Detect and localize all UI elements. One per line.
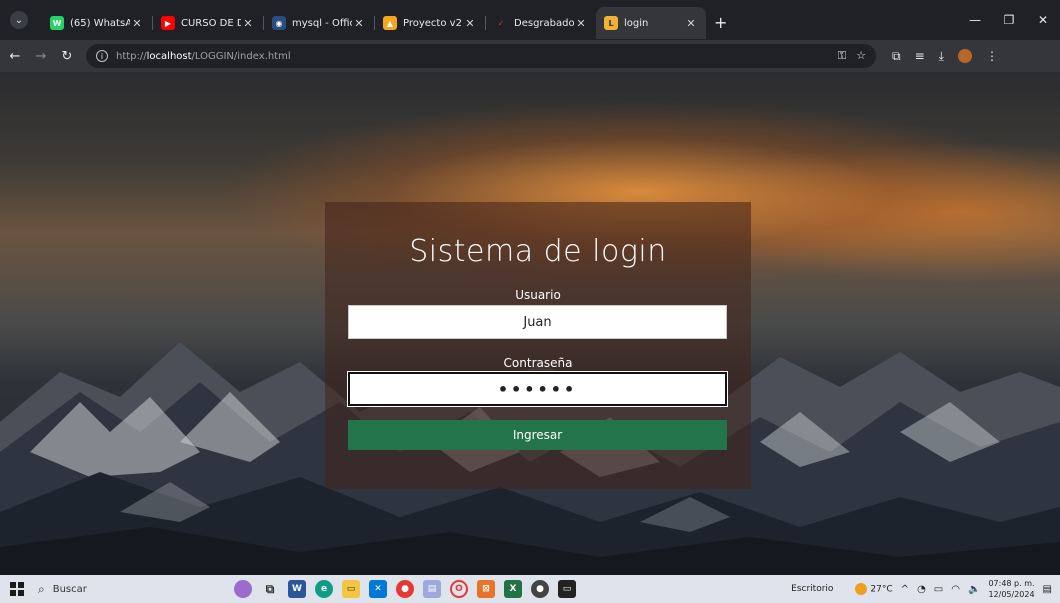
network-icon[interactable]: ◔ [917, 584, 926, 595]
tab-search-icon[interactable]: ⌄ [10, 11, 28, 29]
chevron-up-icon[interactable]: ^ [901, 584, 909, 595]
notepad-icon[interactable]: ▤ [423, 580, 441, 598]
windows-taskbar: ⌕ Buscar ⧉ W e ▭ ✕ ● ▤ O ⊠ X ● ▭ Escrito… [0, 575, 1060, 603]
login-submit-button[interactable]: Ingresar [348, 420, 727, 450]
word-icon[interactable]: W [288, 580, 306, 598]
clock[interactable]: 07:48 p. m. 12/05/2024 [988, 578, 1034, 600]
close-tab-icon[interactable]: ✕ [130, 17, 144, 30]
xampp-icon[interactable]: ⊠ [477, 580, 495, 598]
excel-icon[interactable]: X [504, 580, 522, 598]
restore-icon[interactable]: ❐ [992, 13, 1026, 27]
taskbar-apps: ⧉ W e ▭ ✕ ● ▤ O ⊠ X ● ▭ [234, 580, 576, 598]
slides-icon: ▲ [383, 16, 397, 30]
address-bar[interactable]: i http://localhost/LOGGIN/index.html ⚿ ☆ [86, 44, 876, 68]
system-tray: Escritorio 27°C ^ ◔ ▭ ◠ 🔈 07:48 p. m. 12… [791, 575, 1052, 603]
new-tab-icon[interactable]: + [714, 13, 727, 32]
docker-hub-icon: ◉ [272, 16, 286, 30]
taskbar-search[interactable]: ⌕ Buscar [38, 578, 208, 600]
close-tab-icon[interactable]: ✕ [463, 17, 477, 30]
whatsapp-icon: W [50, 16, 64, 30]
widget-icon[interactable] [234, 580, 252, 598]
profile-avatar[interactable] [957, 48, 972, 63]
minimize-icon[interactable]: — [958, 13, 992, 27]
check-icon: ✓ [497, 18, 505, 28]
tab-proyecto[interactable]: ▲ Proyecto v2 80% ✕ [375, 7, 485, 39]
tab-mysql[interactable]: ◉ mysql - Official Imag ✕ [264, 7, 374, 39]
tab-curso-docker[interactable]: ▶ CURSO DE DOCKER ✕ [153, 7, 263, 39]
download-icon[interactable]: ⤓ [939, 49, 944, 64]
opera-icon[interactable]: O [450, 580, 468, 598]
edge-icon[interactable]: e [315, 580, 333, 598]
wifi-icon[interactable]: ◠ [951, 584, 960, 595]
password-label: Contraseña [503, 356, 573, 370]
tab-desgrabador[interactable]: ✓ Desgrabador ✕ [486, 7, 596, 39]
chrome-profile-icon[interactable]: ● [531, 580, 549, 598]
forward-icon[interactable]: → [30, 49, 52, 64]
close-tab-icon[interactable]: ✕ [241, 17, 255, 30]
bookmark-star-icon[interactable]: ☆ [856, 49, 866, 63]
notifications-icon[interactable]: ▤ [1043, 584, 1052, 595]
password-input[interactable]: •••••• [347, 371, 728, 407]
close-tab-icon[interactable]: ✕ [684, 17, 698, 30]
volume-icon[interactable]: 🔈 [968, 584, 980, 595]
battery-icon[interactable]: ▭ [934, 584, 943, 595]
weather-icon [855, 583, 868, 595]
file-explorer-icon[interactable]: ▭ [342, 580, 360, 598]
chrome-icon[interactable]: ● [396, 580, 414, 598]
password-key-icon[interactable]: ⚿ [838, 49, 846, 63]
weather[interactable]: 27°C [855, 583, 893, 595]
reading-list-icon[interactable]: ≡ [915, 49, 925, 64]
close-tab-icon[interactable]: ✕ [352, 17, 366, 30]
tab-login[interactable]: L login ✕ [596, 7, 706, 39]
desktop-toolbar[interactable]: Escritorio [791, 584, 833, 594]
vscode-icon[interactable]: ✕ [369, 580, 387, 598]
page-favicon-icon: L [604, 16, 618, 30]
login-title: Sistema de login [409, 234, 667, 269]
site-info-icon[interactable]: i [96, 50, 108, 62]
extensions-icon[interactable]: ⧉ [892, 49, 901, 64]
menu-kebab-icon[interactable]: ⋮ [986, 49, 998, 64]
username-label: Usuario [515, 288, 561, 302]
close-window-icon[interactable]: ✕ [1026, 13, 1060, 27]
username-input[interactable]: Juan [348, 305, 727, 339]
terminal-icon[interactable]: ▭ [558, 580, 576, 598]
browser-tab-strip: ⌄ W (65) WhatsApp ✕ ▶ CURSO DE DOCKER ✕ … [0, 0, 1060, 40]
login-form: Sistema de login Usuario Juan Contraseña… [325, 202, 751, 489]
task-view-icon[interactable]: ⧉ [261, 580, 279, 598]
youtube-icon: ▶ [161, 16, 175, 30]
windows-start-icon[interactable] [10, 582, 24, 596]
login-page: Sistema de login Usuario Juan Contraseña… [0, 72, 1060, 575]
back-icon[interactable]: ← [4, 49, 26, 64]
close-tab-icon[interactable]: ✕ [574, 17, 588, 30]
reload-icon[interactable]: ↻ [56, 49, 78, 64]
browser-toolbar: ← → ↻ i http://localhost/LOGGIN/index.ht… [0, 40, 1060, 72]
window-controls: — ❐ ✕ [958, 0, 1060, 40]
search-icon: ⌕ [38, 581, 45, 596]
tab-whatsapp[interactable]: W (65) WhatsApp ✕ [42, 7, 152, 39]
